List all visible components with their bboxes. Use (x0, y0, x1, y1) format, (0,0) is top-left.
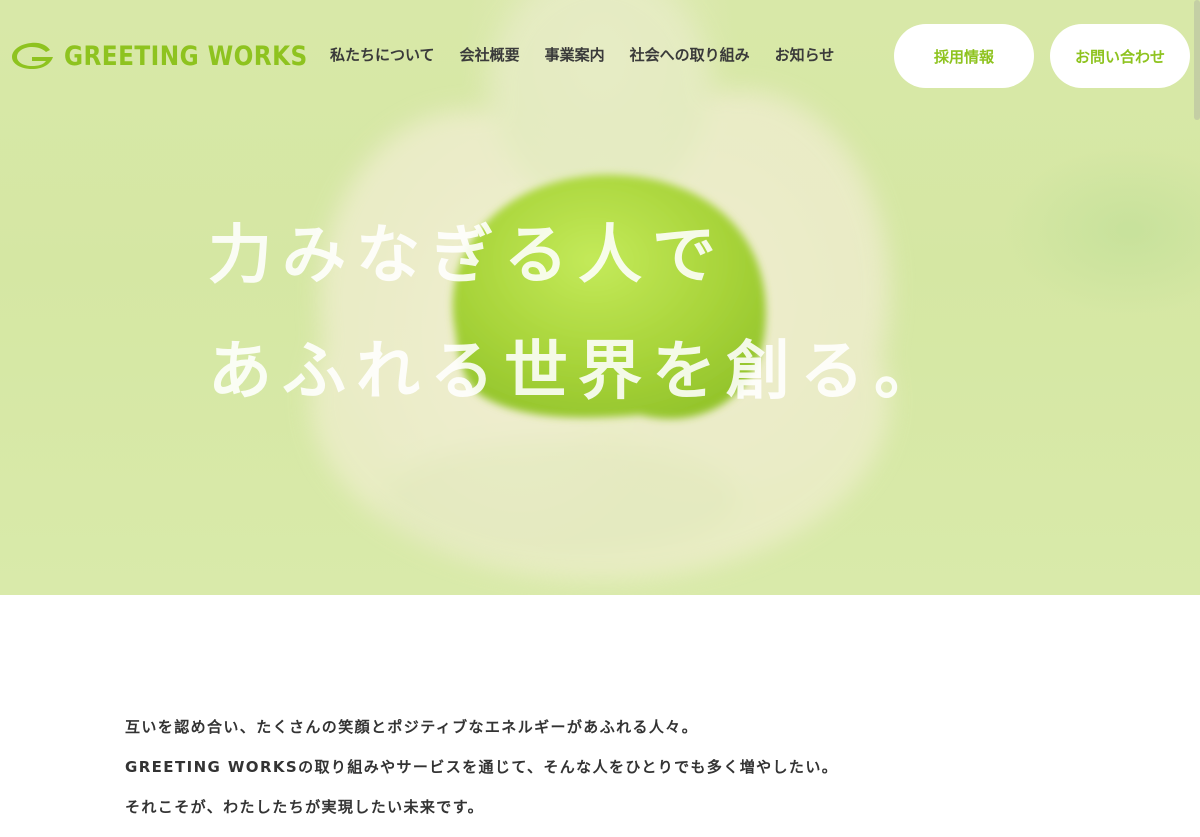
recruit-button[interactable]: 採用情報 (894, 24, 1034, 88)
hero-headline: 力みなぎる人で あふれる世界を創る。 (208, 198, 948, 430)
nav-item-news[interactable]: お知らせ (775, 44, 835, 65)
intro-line-1: 互いを認め合い、たくさんの笑顔とポジティブなエネルギーがあふれる人々。 (125, 718, 699, 736)
nav-item-company[interactable]: 会社概要 (460, 44, 520, 65)
intro-section: 互いを認め合い、たくさんの笑顔とポジティブなエネルギーがあふれる人々。 GREE… (125, 717, 1085, 837)
hero-headline-line-1: 力みなぎる人で (208, 219, 726, 293)
logo-text: GREETING WORKS (64, 40, 308, 72)
greeting-works-g-mark-icon (12, 42, 53, 69)
nav-item-business[interactable]: 事業案内 (545, 44, 605, 65)
nav-item-about[interactable]: 私たちについて (330, 44, 435, 65)
nav-item-social[interactable]: 社会への取り組み (630, 44, 750, 65)
page-scrollbar[interactable] (1194, 0, 1200, 120)
site-header: GREETING WORKS 私たちについて 会社概要 事業案内 社会への取り組… (0, 0, 1200, 120)
main-nav: 私たちについて 会社概要 事業案内 社会への取り組み お知らせ (330, 44, 859, 65)
intro-line-3: それこそが、わたしたちが実現したい未来です。 (125, 798, 485, 816)
intro-line-2: GREETING WORKSの取り組みやサービスを通じて、そんな人をひとりでも多… (125, 758, 839, 776)
site-logo[interactable]: GREETING WORKS (10, 40, 347, 72)
contact-button[interactable]: お問い合わせ (1050, 24, 1190, 88)
hero-headline-line-2: あふれる世界を創る。 (208, 335, 948, 409)
